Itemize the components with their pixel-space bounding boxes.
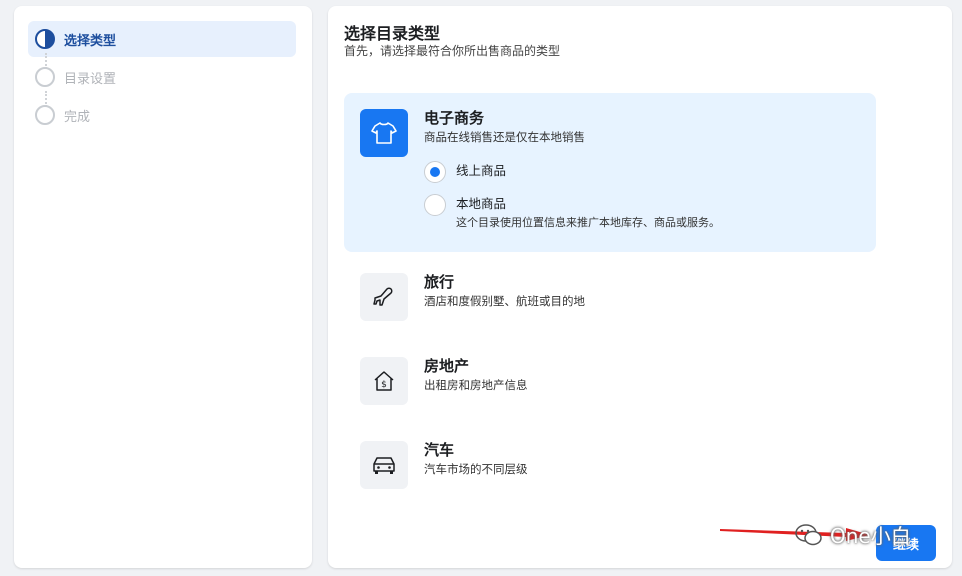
option-automotive[interactable]: 汽车 汽车市场的不同层级	[344, 425, 876, 505]
car-icon	[360, 441, 408, 489]
radio-description: 这个目录使用位置信息来推广本地库存、商品或服务。	[456, 216, 720, 229]
content-panel: 选择目录类型 首先，请选择最符合你所出售商品的类型 电子商务 商品在线销售还是仅…	[328, 6, 952, 568]
svg-text:$: $	[381, 380, 387, 390]
step-choose-type[interactable]: 选择类型	[28, 21, 296, 57]
step-label: 选择类型	[64, 33, 117, 49]
option-desc: 出租房和房地产信息	[424, 378, 528, 392]
option-title: 汽车	[424, 441, 455, 459]
watermark: One小白	[794, 520, 911, 549]
option-desc: 商品在线销售还是仅在本地销售	[424, 130, 585, 144]
option-desc: 酒店和度假别墅、航班或目的地	[424, 294, 585, 308]
house-dollar-icon: $	[360, 357, 408, 405]
step-finish[interactable]: 完成	[28, 97, 296, 133]
steps-panel: 选择类型 目录设置 完成	[14, 6, 312, 568]
step-label: 完成	[64, 109, 91, 125]
empty-circle-icon	[35, 105, 55, 125]
page-title: 选择目录类型	[344, 24, 441, 43]
half-filled-circle-icon	[35, 29, 55, 49]
option-title: 房地产	[424, 357, 470, 375]
step-label: 目录设置	[64, 71, 117, 87]
option-title: 旅行	[424, 273, 455, 291]
option-ecommerce[interactable]: 电子商务 商品在线销售还是仅在本地销售 线上商品 本地商品 这个目录使用位置信息…	[344, 93, 876, 252]
option-real-estate[interactable]: $ 房地产 出租房和房地产信息	[344, 341, 876, 421]
radio-label: 本地商品	[456, 196, 507, 211]
option-desc: 汽车市场的不同层级	[424, 462, 528, 476]
airplane-icon	[360, 273, 408, 321]
option-travel[interactable]: 旅行 酒店和度假别墅、航班或目的地	[344, 257, 876, 337]
empty-circle-icon	[35, 67, 55, 87]
page-subtitle: 首先，请选择最符合你所出售商品的类型	[344, 44, 561, 58]
step-catalog-settings[interactable]: 目录设置	[28, 59, 296, 95]
wechat-icon	[795, 523, 822, 545]
watermark-text: One小白	[830, 524, 911, 548]
radio-local-goods[interactable]: 本地商品 这个目录使用位置信息来推广本地库存、商品或服务。	[424, 194, 720, 230]
radio-checked-icon[interactable]	[424, 161, 446, 183]
radio-online-goods[interactable]: 线上商品	[424, 161, 506, 183]
tshirt-icon	[360, 109, 408, 157]
option-title: 电子商务	[424, 109, 485, 127]
radio-unchecked-icon[interactable]	[424, 194, 446, 216]
radio-label: 线上商品	[456, 163, 507, 178]
